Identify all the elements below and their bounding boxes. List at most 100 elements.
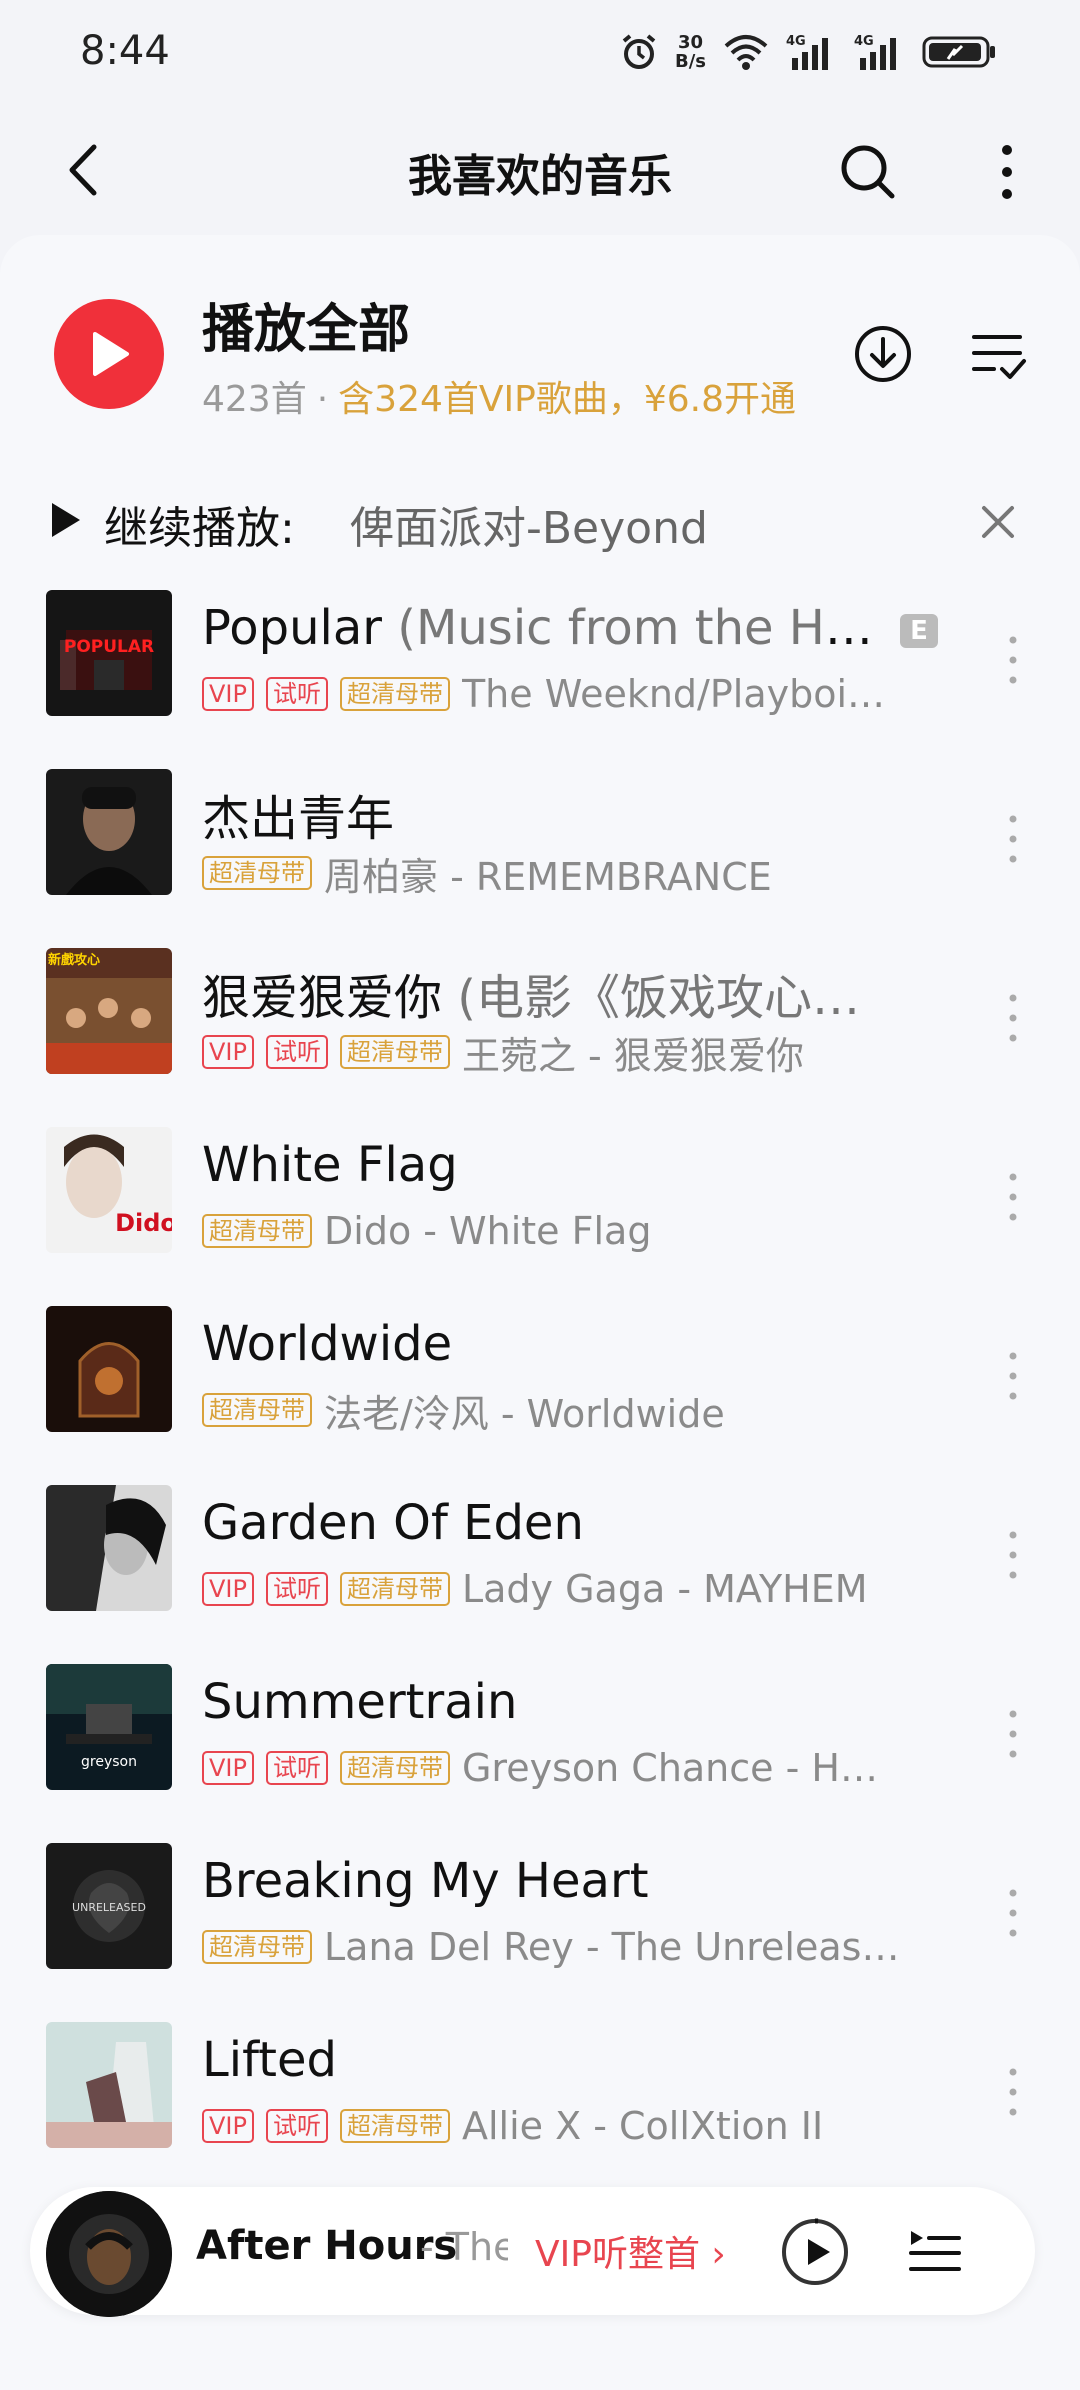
hq-master-tag: 超清母带	[202, 1393, 312, 1427]
hq-master-tag: 超清母带	[202, 856, 312, 890]
search-button[interactable]	[832, 136, 904, 208]
album-cover: UNRELEASED	[46, 1843, 172, 1969]
song-title: Garden Of Eden	[202, 1495, 584, 1551]
vip-tag: VIP	[202, 1751, 254, 1785]
now-playing-title: After Hours	[196, 2223, 458, 2269]
svg-text:4G: 4G	[786, 34, 806, 49]
album-cover	[46, 1306, 172, 1432]
album-cover	[46, 2022, 172, 2148]
song-row[interactable]: 新戲攻心 狠爱狠爱你 (电影《饭戏攻心… VIP 试听 超清母带 王菀之 - 狠…	[0, 948, 1080, 1127]
more-vertical-icon[interactable]	[998, 809, 1028, 869]
play-pause-button[interactable]	[780, 2217, 850, 2287]
more-vertical-icon[interactable]	[998, 1525, 1028, 1585]
page-title: 我喜欢的音乐	[408, 151, 672, 202]
song-meta: 超清母带 Lana Del Rey - The Unreleas…	[202, 1925, 899, 1969]
play-all-subtitle: 423首 · 含324首VIP歌曲，¥6.8开通	[202, 370, 812, 422]
song-meta: VIP 试听 超清母带 Greyson Chance - H…	[202, 1746, 878, 1790]
song-list: POPULAR Popular (Music from the HB… E VI…	[0, 590, 1080, 2201]
song-meta: 超清母带 Dido - White Flag	[202, 1209, 651, 1253]
continue-song: 俾面派对-Beyond	[350, 503, 708, 554]
trial-tag: 试听	[265, 1572, 328, 1606]
song-row[interactable]: POPULAR Popular (Music from the HB… E VI…	[0, 590, 1080, 769]
song-row[interactable]: UNRELEASED Breaking My Heart 超清母带 Lana D…	[0, 1843, 1080, 2022]
signal-4g-icon: 4G	[854, 34, 896, 70]
song-artist: 王菀之 - 狠爱狠爱你	[461, 1033, 804, 1078]
more-vertical-icon[interactable]	[998, 1167, 1028, 1227]
svg-text:UNRELEASED: UNRELEASED	[72, 1901, 146, 1914]
playlist-queue-icon[interactable]	[905, 2221, 965, 2281]
svg-text:4G: 4G	[854, 34, 874, 49]
album-cover: POPULAR	[46, 590, 172, 716]
more-vertical-icon[interactable]	[998, 630, 1028, 690]
continue-play-row[interactable]: 继续播放: 俾面派对-Beyond	[0, 470, 1080, 570]
song-meta: VIP 试听 超清母带 Lady Gaga - MAYHEM	[202, 1567, 868, 1611]
trial-tag: 试听	[265, 1751, 328, 1785]
song-artist: Allie X - CollXtion II	[461, 2104, 824, 2148]
vip-tag: VIP	[202, 2109, 254, 2143]
continue-play-icon	[52, 503, 80, 537]
song-title: Worldwide	[202, 1316, 453, 1372]
hq-master-tag: 超清母带	[339, 1035, 450, 1069]
play-all-button[interactable]	[54, 299, 164, 409]
hq-master-tag: 超清母带	[339, 677, 450, 711]
battery-icon	[922, 36, 995, 68]
more-button[interactable]	[980, 136, 1034, 208]
svg-text:POPULAR: POPULAR	[64, 637, 154, 657]
now-playing-artist: - The	[420, 2225, 508, 2269]
trial-tag: 试听	[265, 2109, 328, 2143]
more-vertical-icon[interactable]	[998, 1704, 1028, 1764]
song-artist: The Weeknd/Playboi…	[461, 672, 886, 716]
play-all-row[interactable]: 播放全部 423首 · 含324首VIP歌曲，¥6.8开通	[0, 235, 1080, 425]
close-icon[interactable]	[978, 502, 1018, 542]
hq-master-tag: 超清母带	[202, 1214, 312, 1248]
song-meta: 超清母带 法老/泠风 - Worldwide	[202, 1388, 725, 1436]
album-cover: 新戲攻心	[46, 948, 172, 1074]
song-row[interactable]: Dido White Flag 超清母带 Dido - White Flag	[0, 1127, 1080, 1306]
song-row[interactable]: Lifted VIP 试听 超清母带 Allie X - CollXtion I…	[0, 2022, 1080, 2201]
hq-master-tag: 超清母带	[339, 1572, 450, 1606]
vip-full-song-link[interactable]: VIP听整首 ›	[535, 2225, 726, 2277]
song-title: White Flag	[202, 1137, 458, 1193]
continue-label: 继续播放:	[104, 503, 295, 554]
song-row[interactable]: 杰出青年 超清母带 周柏豪 - REMEMBRANCE	[0, 769, 1080, 948]
hq-master-tag: 超清母带	[339, 1751, 450, 1785]
vip-notice[interactable]: 含324首VIP歌曲，¥6.8开通	[338, 379, 796, 420]
song-meta: VIP 试听 超清母带 The Weeknd/Playboi…	[202, 672, 885, 716]
now-playing-cover[interactable]	[46, 2191, 172, 2317]
hq-master-tag: 超清母带	[202, 1930, 312, 1964]
trial-tag: 试听	[265, 677, 328, 711]
play-icon	[93, 332, 129, 376]
wifi-icon	[724, 35, 768, 70]
song-row[interactable]: Worldwide 超清母带 法老/泠风 - Worldwide	[0, 1306, 1080, 1485]
status-time: 8:44	[80, 28, 170, 74]
more-vertical-icon[interactable]	[998, 1883, 1028, 1943]
song-artist: Dido - White Flag	[324, 1209, 652, 1253]
album-cover: Dido	[46, 1127, 172, 1253]
song-row[interactable]: Garden Of Eden VIP 试听 超清母带 Lady Gaga - M…	[0, 1485, 1080, 1664]
vip-tag: VIP	[202, 1035, 254, 1069]
more-vertical-icon[interactable]	[998, 1346, 1028, 1406]
song-meta: VIP 试听 超清母带 Allie X - CollXtion II	[202, 2104, 823, 2148]
svg-text:新戲攻心: 新戲攻心	[48, 952, 100, 968]
sort-select-icon[interactable]	[970, 329, 1028, 383]
song-title: Summertrain	[202, 1674, 518, 1730]
svg-text:Dido: Dido	[115, 1209, 172, 1237]
nav-bar: 我喜欢的音乐	[0, 110, 1080, 230]
net-speed: 30 B/s	[674, 32, 706, 72]
download-icon[interactable]	[852, 323, 914, 385]
song-count: 423首	[202, 379, 307, 420]
song-artist: 周柏豪 - REMEMBRANCE	[324, 854, 772, 899]
song-row[interactable]: greyson Summertrain VIP 试听 超清母带 Greyson …	[0, 1664, 1080, 1843]
more-vertical-icon	[1002, 145, 1012, 199]
album-cover	[46, 1485, 172, 1611]
mini-player[interactable]: After Hours - The VIP听整首 ›	[30, 2187, 1035, 2317]
playlist-card: 播放全部 423首 · 含324首VIP歌曲，¥6.8开通 继续播放: 俾面派对-B…	[0, 235, 1080, 2390]
song-artist: Lady Gaga - MAYHEM	[461, 1567, 868, 1611]
search-icon	[841, 145, 895, 199]
song-artist: Greyson Chance - H…	[461, 1746, 878, 1790]
separator: ·	[316, 379, 329, 420]
more-vertical-icon[interactable]	[998, 988, 1028, 1048]
play-all-title: 播放全部	[202, 300, 411, 360]
song-title: Lifted	[202, 2032, 337, 2088]
more-vertical-icon[interactable]	[998, 2062, 1028, 2122]
